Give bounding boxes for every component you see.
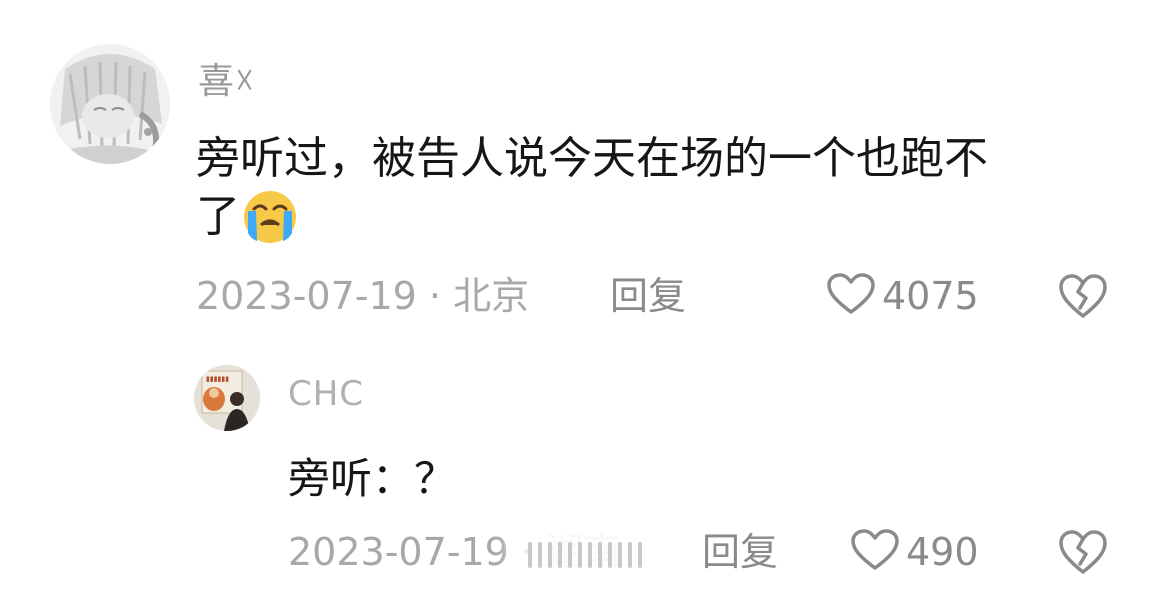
watermark-bars xyxy=(528,542,642,568)
like-button[interactable]: 4075 xyxy=(826,272,979,320)
watermark-bar xyxy=(538,542,542,568)
avatar-image: ▮▮▮▮▮▮ xyxy=(194,365,260,431)
reply-text: 旁听：？ xyxy=(288,454,457,503)
watermark-bar xyxy=(528,542,532,568)
watermark-bar xyxy=(638,542,642,568)
heart-icon xyxy=(850,528,900,576)
comment-author-name[interactable]: 喜☓ xyxy=(198,52,255,104)
watermark-bar xyxy=(608,542,612,568)
broken-heart-icon xyxy=(1058,530,1108,580)
watermark-bar xyxy=(618,542,622,568)
like-button[interactable]: 490 xyxy=(850,528,979,576)
reply-button[interactable]: 回复 xyxy=(702,528,778,576)
comment-avatar[interactable] xyxy=(50,44,170,164)
reply-avatar[interactable]: ▮▮▮▮▮▮ xyxy=(194,365,260,431)
comment-date-location: 2023-07-19 · 北京 xyxy=(196,274,530,318)
like-count: 490 xyxy=(906,530,979,574)
reply-button[interactable]: 回复 xyxy=(610,272,686,320)
watermark-bar xyxy=(558,542,562,568)
comment-text: 旁听过，被告人说今天在场的一个也跑不 了 xyxy=(196,130,1096,260)
watermark-bar xyxy=(548,542,552,568)
heart-icon xyxy=(826,272,876,320)
loudly-crying-face-icon xyxy=(242,189,298,260)
dislike-button[interactable] xyxy=(1058,272,1108,324)
svg-text:▮▮▮▮▮▮: ▮▮▮▮▮▮ xyxy=(206,375,229,383)
watermark-bar xyxy=(568,542,572,568)
watermark-bar xyxy=(578,542,582,568)
comment-meta-row: 2023-07-19 · 北京 回复 4075 xyxy=(196,272,1126,322)
comment-text-line: 旁听过，被告人说今天在场的一个也跑不 xyxy=(196,133,988,184)
reply-author-name[interactable]: CHC xyxy=(288,374,364,414)
watermark-bar xyxy=(588,542,592,568)
avatar-image xyxy=(50,44,170,164)
like-count: 4075 xyxy=(882,274,979,318)
reply-meta-row: 2023-07-19 · 湖南 回复 490 xyxy=(288,528,1126,578)
comment-text-tail: 了 xyxy=(196,191,240,242)
dislike-button[interactable] xyxy=(1058,528,1108,580)
watermark-overlay xyxy=(498,528,688,578)
watermark-bar xyxy=(598,542,602,568)
watermark-bar xyxy=(628,542,632,568)
comment-text-line-2: 了 xyxy=(196,188,1096,260)
broken-heart-icon xyxy=(1058,274,1108,324)
